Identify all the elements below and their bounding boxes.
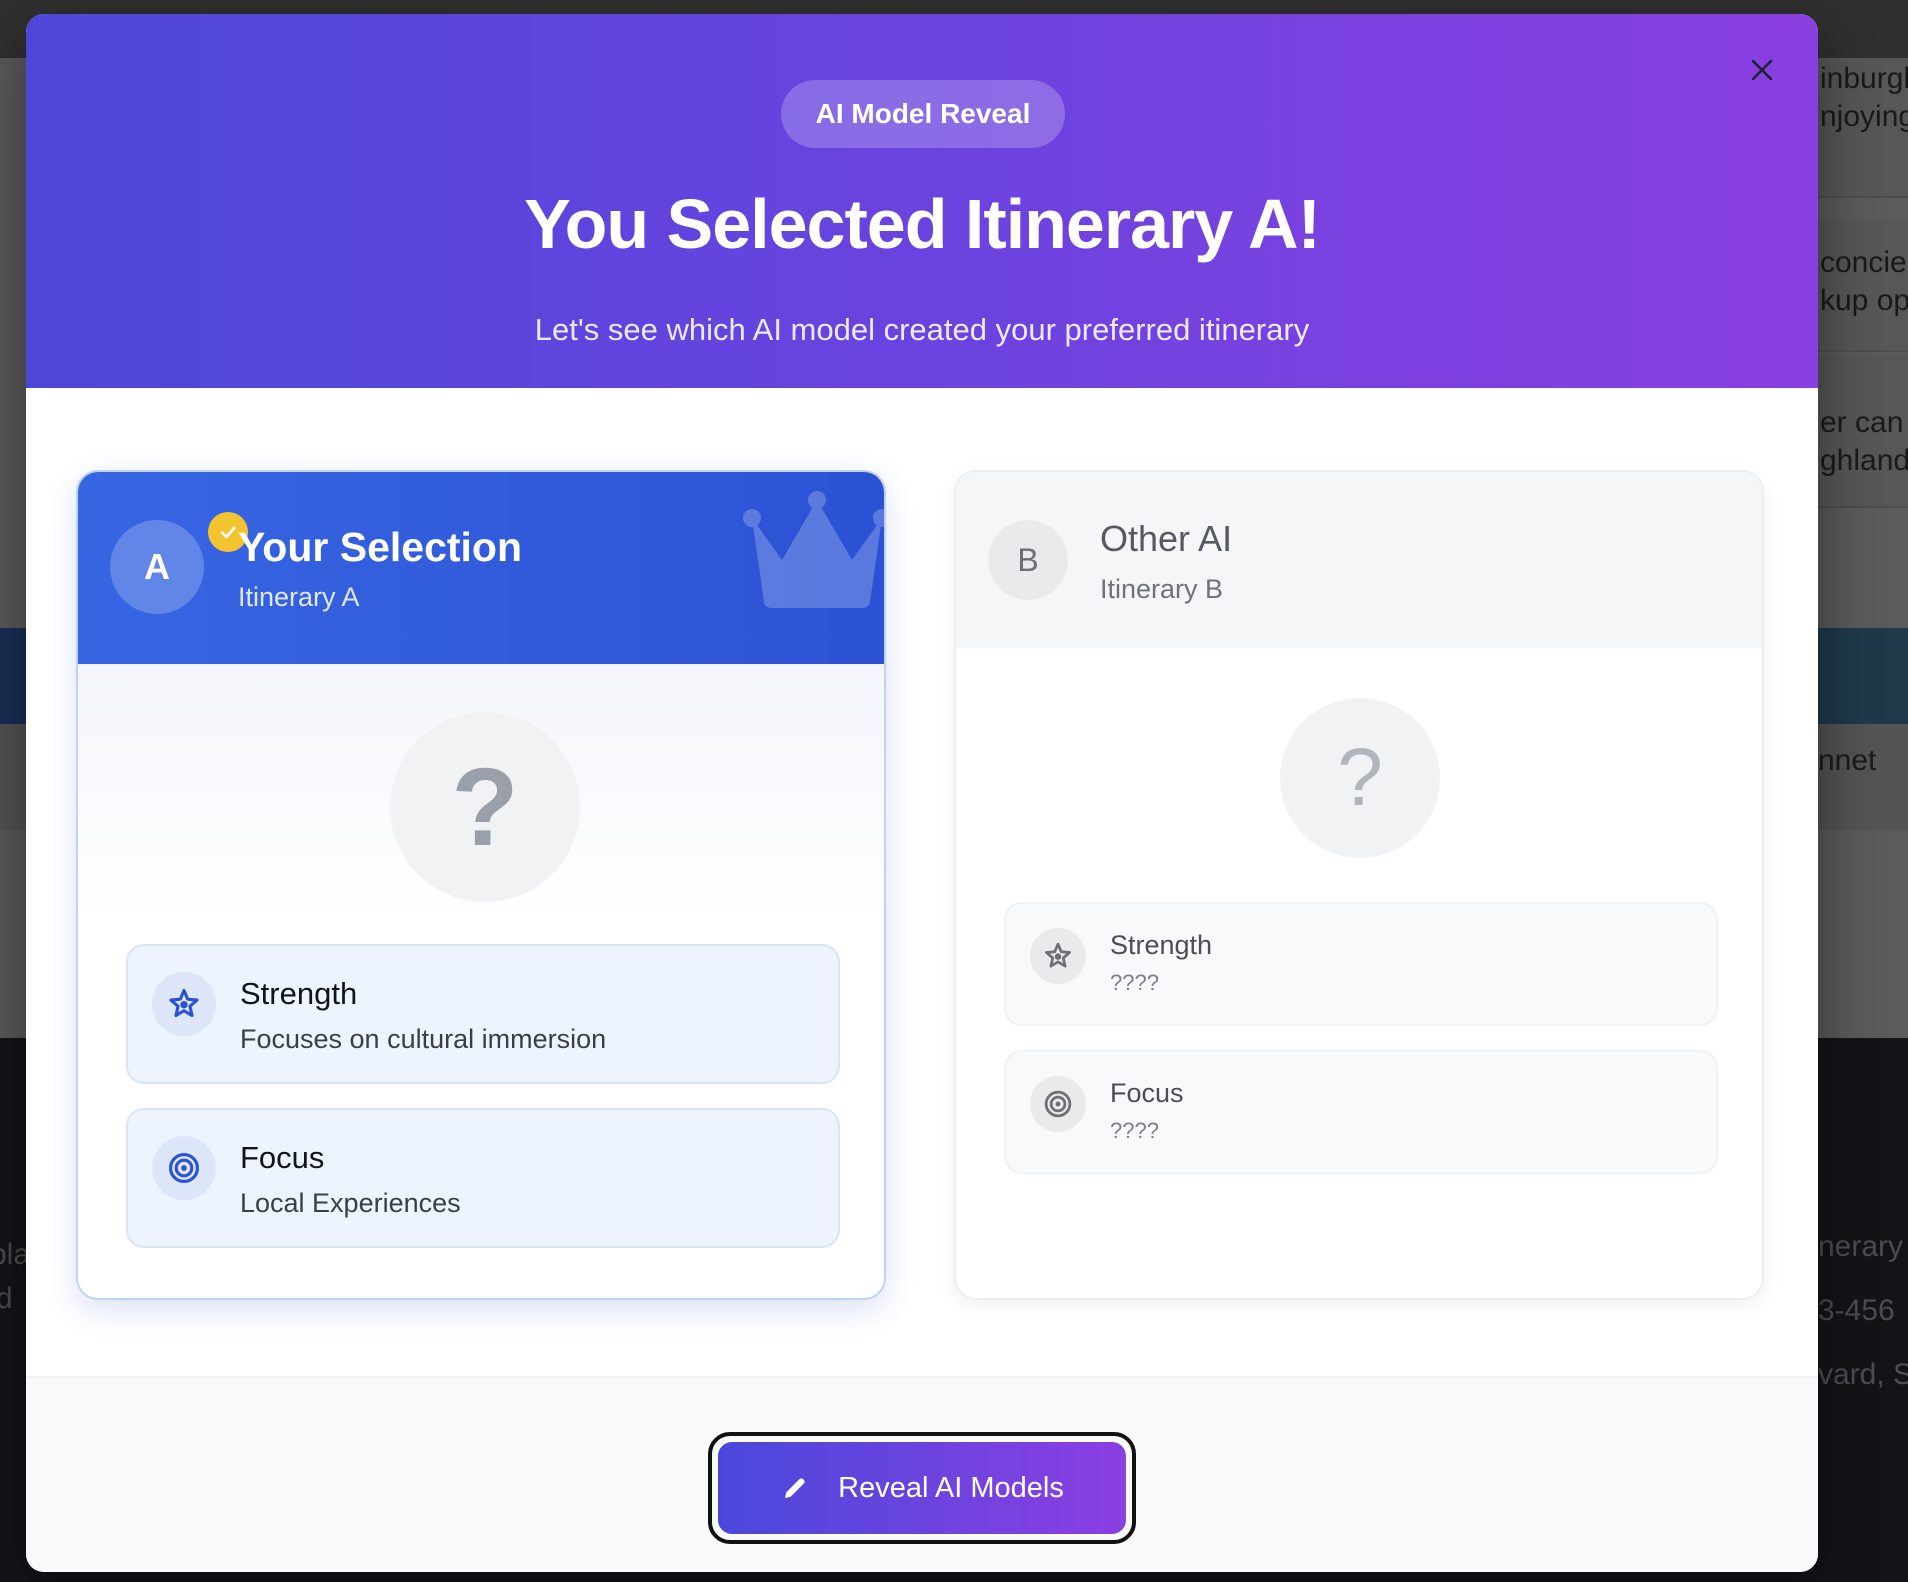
background-text: inburgh (1820, 62, 1908, 95)
modal-title: You Selected Itinerary A! (524, 185, 1321, 263)
star-icon (1030, 928, 1086, 984)
itinerary-badge: A (110, 520, 204, 614)
background-text: ghlands (1820, 444, 1908, 477)
target-icon (1030, 1076, 1086, 1132)
target-icon (152, 1136, 216, 1200)
background-text: d (0, 1282, 13, 1315)
card-body: ? Strength ???? Focus ???? (956, 648, 1762, 1298)
background-text: njoying (1820, 100, 1908, 133)
star-icon (152, 972, 216, 1036)
background-text: kup op (1820, 284, 1908, 317)
focus-label: Focus (240, 1140, 325, 1175)
header-pill: AI Model Reveal (781, 80, 1065, 148)
focus-box: Focus ???? (1004, 1050, 1718, 1174)
background-text: vard, S (1818, 1358, 1908, 1391)
strength-box: Strength ???? (1004, 902, 1718, 1026)
background-text: nnet (1818, 744, 1877, 777)
question-mark-icon: ? (390, 712, 580, 902)
reveal-button-focus-ring: Reveal AI Models (708, 1432, 1136, 1544)
itinerary-badge: B (988, 520, 1068, 600)
card-header: A Your Selection Itinerary A (78, 472, 884, 664)
close-button[interactable] (1742, 50, 1782, 90)
crown-icon (743, 491, 884, 608)
reveal-ai-models-button[interactable]: Reveal AI Models (716, 1440, 1128, 1536)
card-title: Your Selection (238, 524, 523, 570)
modal-header: AI Model Reveal You Selected Itinerary A… (26, 14, 1818, 388)
itinerary-a-card: A Your Selection Itinerary A ? Strength … (76, 470, 886, 1300)
card-subtitle: Itinerary A (238, 582, 360, 612)
reveal-modal: AI Model Reveal You Selected Itinerary A… (26, 14, 1818, 1572)
itinerary-b-card: B Other AI Itinerary B ? Strength ???? F… (954, 470, 1764, 1300)
strength-label: Strength (1110, 930, 1213, 960)
background-text: er can (1820, 406, 1904, 439)
card-title: Other AI (1100, 518, 1233, 559)
reveal-button-label: Reveal AI Models (838, 1471, 1064, 1504)
background-text: 3-456 (1818, 1294, 1895, 1327)
focus-value: ???? (1110, 1118, 1159, 1143)
focus-box: Focus Local Experiences (126, 1108, 840, 1248)
focus-label: Focus (1110, 1078, 1184, 1108)
card-body: ? Strength Focuses on cultural immersion… (78, 664, 884, 1298)
strength-box: Strength Focuses on cultural immersion (126, 944, 840, 1084)
strength-value: Focuses on cultural immersion (240, 1024, 607, 1054)
modal-subtitle: Let's see which AI model created your pr… (534, 312, 1310, 347)
focus-value: Local Experiences (240, 1188, 461, 1218)
modal-footer: Reveal AI Models (26, 1376, 1818, 1572)
strength-value: ???? (1110, 970, 1159, 995)
background-text: nerary (1818, 1230, 1904, 1263)
background-text: concie (1820, 246, 1907, 279)
question-mark-icon: ? (1280, 698, 1440, 858)
pencil-icon (785, 1478, 805, 1498)
strength-label: Strength (240, 976, 358, 1011)
close-icon (1751, 59, 1773, 81)
card-subtitle: Itinerary B (1100, 574, 1224, 604)
card-header: B Other AI Itinerary B (956, 472, 1762, 648)
